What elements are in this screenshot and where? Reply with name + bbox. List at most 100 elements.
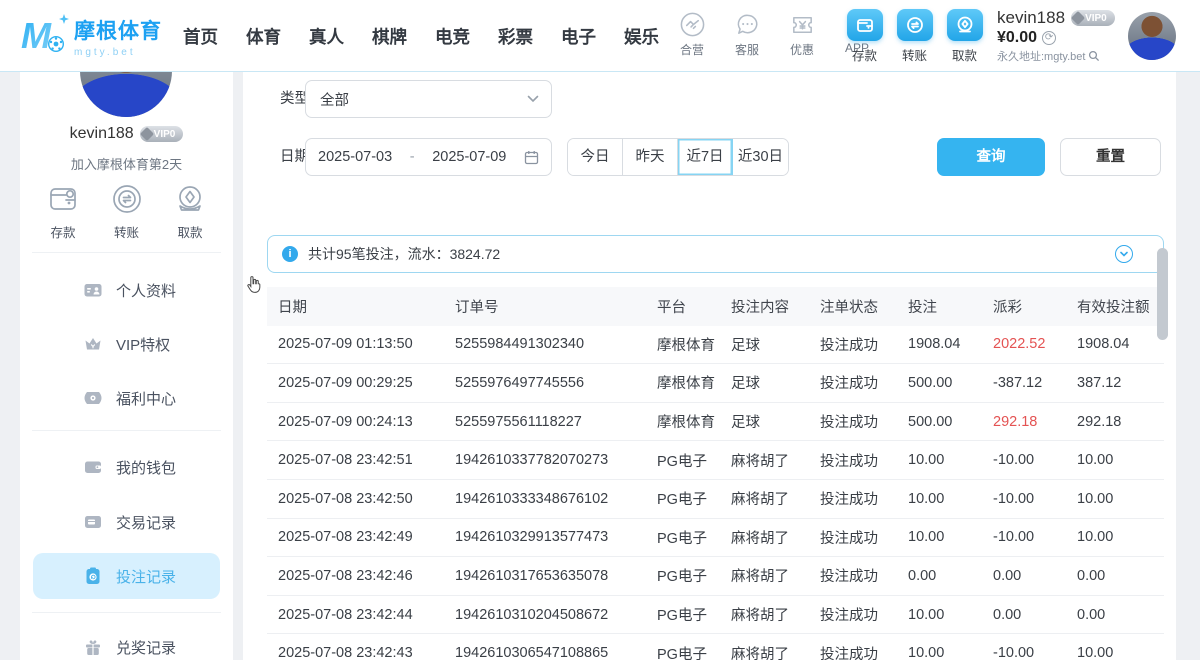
scrollbar-thumb[interactable]: [1157, 248, 1168, 340]
cell-order: 5255976497745556: [455, 375, 657, 391]
cell-date: 2025-07-08 23:42:44: [267, 607, 455, 623]
support-link[interactable]: 客服: [727, 11, 767, 58]
cell-status: 投注成功: [820, 604, 908, 625]
sidebar-item-vip[interactable]: VIP特权: [33, 321, 220, 367]
user-block[interactable]: kevin188 VIP0 ¥0.00 ⟳ 永久地址:mgty.bet: [997, 8, 1115, 64]
promo-link[interactable]: 优惠: [782, 11, 822, 58]
transfer-button[interactable]: 转账: [896, 9, 933, 64]
withdraw-button[interactable]: 取款: [946, 9, 983, 64]
sidebar-item-bet-records[interactable]: 投注记录: [33, 553, 220, 599]
cell-valid: 0.00: [1077, 568, 1164, 584]
cell-platform: PG电子: [657, 643, 731, 660]
sidebar-deposit-button[interactable]: 存款: [38, 180, 88, 241]
username: kevin188: [997, 8, 1065, 28]
range-today-button[interactable]: 今日: [568, 139, 623, 175]
benefit-icon: [83, 388, 103, 408]
table-row: 2025-07-08 23:42:44 1942610310204508672 …: [267, 596, 1164, 635]
search-button[interactable]: 查询: [937, 138, 1045, 176]
top-header: M 摩根体育 mgty.bet 首页 体育 真人 棋牌 电竞 彩票 电子 娱乐: [0, 0, 1200, 72]
range-yesterday-button[interactable]: 昨天: [623, 139, 678, 175]
summary-text: 共计95笔投注，流水：3824.72: [308, 244, 1115, 264]
promo-label: 优惠: [790, 41, 814, 58]
join-days-note: 加入摩根体育第2天: [20, 154, 233, 173]
brand-logo[interactable]: M 摩根体育 mgty.bet: [20, 12, 162, 60]
chevron-down-icon: [527, 95, 539, 103]
range-30days-button[interactable]: 近30日: [733, 139, 788, 175]
cell-status: 投注成功: [820, 527, 908, 548]
summary-bar: i 共计95笔投注，流水：3824.72: [267, 235, 1164, 273]
main-nav: 首页 体育 真人 棋牌 电竞 彩票 电子 娱乐: [183, 0, 659, 72]
cell-status: 投注成功: [820, 411, 908, 432]
date-range-input[interactable]: 2025-07-03 - 2025-07-09: [305, 138, 552, 176]
sidebar-divider: [32, 612, 221, 613]
main-panel: 类型: 全部 日期: 2025-07-03 - 2025-07-09 今日 昨天…: [243, 72, 1176, 660]
sidebar-item-transactions[interactable]: 交易记录: [33, 499, 220, 545]
sidebar-item-wallet[interactable]: 我的钱包: [33, 444, 220, 490]
sidebar-item-label: VIP特权: [116, 334, 170, 355]
reset-button[interactable]: 重置: [1060, 138, 1161, 176]
table-row: 2025-07-08 23:42:46 1942610317653635078 …: [267, 557, 1164, 596]
cell-valid: 10.00: [1077, 645, 1164, 660]
sidebar-withdraw-label: 取款: [177, 222, 202, 241]
nav-item-cards[interactable]: 棋牌: [372, 24, 407, 49]
logo-subtitle: mgty.bet: [74, 47, 162, 58]
sidebar-transfer-button[interactable]: 转账: [102, 180, 152, 241]
cell-platform: 摩根体育: [657, 411, 731, 432]
sidebar-item-profile[interactable]: 个人资料: [33, 267, 220, 313]
type-select[interactable]: 全部: [305, 80, 552, 118]
crown-icon: [83, 334, 103, 354]
date-to-value: 2025-07-09: [432, 149, 506, 165]
deposit-label: 存款: [852, 45, 877, 64]
nav-item-sports[interactable]: 体育: [246, 24, 281, 49]
magnifier-icon[interactable]: [1088, 50, 1100, 62]
deposit-button[interactable]: 存款: [846, 9, 883, 64]
cell-date: 2025-07-09 01:13:50: [267, 336, 455, 352]
partner-label: 合营: [680, 41, 704, 58]
cell-order: 5255984491302340: [455, 336, 657, 352]
sidebar-item-benefits[interactable]: 福利中心: [33, 375, 220, 421]
col-date: 日期: [267, 296, 455, 317]
sidebar-withdraw-button[interactable]: 取款: [165, 180, 215, 241]
cell-bet: 500.00: [908, 375, 993, 391]
id-card-icon: [83, 280, 103, 300]
cell-date: 2025-07-08 23:42:49: [267, 529, 455, 545]
withdraw-icon: [947, 9, 983, 41]
col-platform: 平台: [657, 296, 731, 317]
promo-icon: [789, 11, 816, 38]
nav-item-live[interactable]: 真人: [309, 24, 344, 49]
cell-valid: 1908.04: [1077, 336, 1164, 352]
nav-item-slots[interactable]: 电子: [561, 24, 596, 49]
sidebar-vip-badge: VIP0: [140, 126, 184, 142]
sidebar-item-prize-records[interactable]: 兑奖记录: [33, 624, 220, 660]
cell-bet: 10.00: [908, 452, 993, 468]
cell-content: 麻将胡了: [731, 565, 820, 586]
nav-item-lottery[interactable]: 彩票: [498, 24, 533, 49]
cell-content: 足球: [731, 372, 820, 393]
date-quick-range-group: 今日 昨天 近7日 近30日: [567, 138, 789, 176]
range-7days-button[interactable]: 近7日: [678, 139, 733, 175]
cell-platform: PG电子: [657, 450, 731, 471]
cell-payout: -10.00: [993, 491, 1077, 507]
nav-item-home[interactable]: 首页: [183, 24, 218, 49]
nav-item-esports[interactable]: 电竞: [435, 24, 470, 49]
cell-order: 1942610337782070273: [455, 452, 657, 468]
cell-order: 1942610310204508672: [455, 607, 657, 623]
date-from-value: 2025-07-03: [318, 149, 392, 165]
header-avatar[interactable]: [1128, 12, 1176, 60]
cell-date: 2025-07-08 23:42:51: [267, 452, 455, 468]
cell-payout: -10.00: [993, 452, 1077, 468]
partner-link[interactable]: 合营: [672, 11, 712, 58]
sidebar-quick-actions: 存款 转账 取款: [38, 180, 215, 241]
nav-item-entertainment[interactable]: 娱乐: [624, 24, 659, 49]
cell-bet: 10.00: [908, 645, 993, 660]
sidebar-item-label: 交易记录: [116, 512, 176, 533]
support-icon: [734, 11, 761, 38]
refresh-balance-icon[interactable]: ⟳: [1042, 31, 1056, 45]
cell-date: 2025-07-08 23:42:43: [267, 645, 455, 660]
cell-bet: 1908.04: [908, 336, 993, 352]
expand-summary-icon[interactable]: [1115, 245, 1133, 263]
permanent-domain-note: 永久地址:mgty.bet: [997, 48, 1085, 64]
balance-amount: ¥0.00: [997, 29, 1037, 47]
table-row: 2025-07-08 23:42:50 1942610333348676102 …: [267, 480, 1164, 519]
cell-platform: PG电子: [657, 604, 731, 625]
